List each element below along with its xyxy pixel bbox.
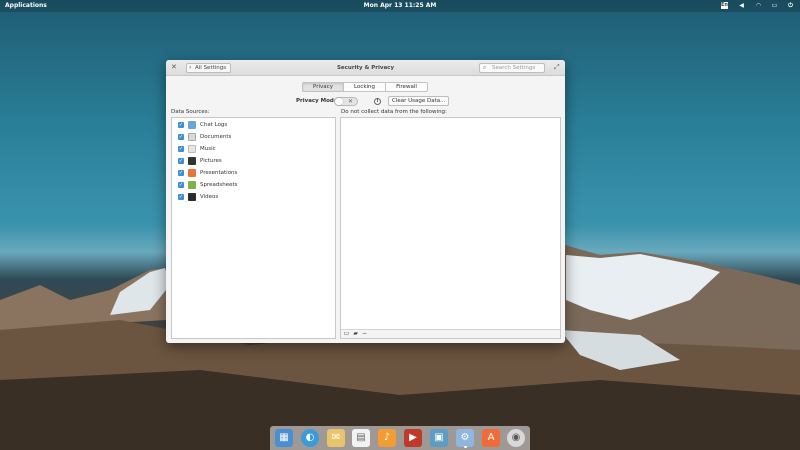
calendar-icon[interactable]: ▤ [352, 429, 370, 447]
power-icon[interactable]: ⏻ [787, 2, 794, 9]
search-input[interactable]: ⌕ Search Settings [479, 63, 545, 73]
video-icon [188, 193, 196, 201]
picture-icon [188, 157, 196, 165]
top-panel: Applications Mon Apr 13 11:25 AM En ◀ ◠ … [0, 0, 800, 12]
photos-app-icon[interactable]: ▣ [430, 429, 448, 447]
exclusions-list: ▭ ▰ − [340, 117, 561, 339]
remove-icon[interactable]: − [361, 331, 368, 337]
clear-usage-data-button[interactable]: Clear Usage Data... [388, 96, 450, 106]
appcenter-icon[interactable]: A [482, 429, 500, 447]
checkbox-checked[interactable]: ✓ [178, 194, 184, 200]
checkbox-checked[interactable]: ✓ [178, 170, 184, 176]
running-indicator [464, 446, 467, 448]
data-source-label: Documents [200, 134, 232, 140]
switch-off-icon: ✕ [347, 98, 353, 105]
checkbox-checked[interactable]: ✓ [178, 122, 184, 128]
checkbox-checked[interactable]: ✓ [178, 158, 184, 164]
add-folder-icon[interactable]: ▰ [352, 331, 359, 337]
title-bar: ✕ ‹ All Settings Security & Privacy ⌕ Se… [166, 60, 565, 76]
tab-privacy[interactable]: Privacy [302, 82, 344, 92]
tab-bar: Privacy Locking Firewall [302, 82, 428, 92]
mail-icon[interactable]: ✉ [327, 429, 345, 447]
maximize-icon[interactable]: ⤢ [554, 64, 560, 71]
web-browser-icon[interactable]: ◐ [301, 429, 319, 447]
list-item[interactable]: ✓ Videos [175, 192, 333, 202]
data-sources-list: ✓ Chat Logs ✓ Documents ✓ Music ✓ Pictur… [171, 117, 336, 339]
battery-icon[interactable]: ▭ [771, 2, 778, 9]
keyboard-layout-icon[interactable]: En [721, 2, 728, 9]
volume-icon[interactable]: ◀ [738, 2, 745, 9]
list-item[interactable]: ✓ Pictures [175, 156, 333, 166]
tab-locking[interactable]: Locking [344, 82, 386, 92]
privacy-mode-switch[interactable]: ✕ [334, 97, 358, 106]
exclusions-label: Do not collect data from the following: [341, 109, 447, 115]
chat-icon [188, 121, 196, 129]
spreadsheet-icon [188, 181, 196, 189]
data-source-label: Chat Logs [200, 122, 228, 128]
data-source-label: Presentations [200, 170, 238, 176]
data-source-label: Music [200, 146, 216, 152]
music-app-icon[interactable]: ♪ [378, 429, 396, 447]
settings-window: ✕ ‹ All Settings Security & Privacy ⌕ Se… [166, 60, 565, 343]
date-time-indicator[interactable]: Mon Apr 13 11:25 AM [0, 2, 800, 9]
list-item[interactable]: ✓ Spreadsheets [175, 180, 333, 190]
list-item[interactable]: ✓ Music [175, 144, 333, 154]
data-source-label: Pictures [200, 158, 222, 164]
checkbox-checked[interactable]: ✓ [178, 134, 184, 140]
search-placeholder: Search Settings [492, 65, 536, 71]
document-icon [188, 133, 196, 141]
data-source-label: Videos [200, 194, 219, 200]
tab-firewall[interactable]: Firewall [386, 82, 428, 92]
checkbox-checked[interactable]: ✓ [178, 182, 184, 188]
list-item[interactable]: ✓ Chat Logs [175, 120, 333, 130]
add-application-icon[interactable]: ▭ [343, 331, 350, 337]
switch-knob [335, 98, 343, 105]
list-item[interactable]: ✓ Documents [175, 132, 333, 142]
videos-app-icon[interactable]: ▶ [404, 429, 422, 447]
installer-icon[interactable]: ◉ [507, 429, 525, 447]
multitasking-view-icon[interactable]: ▦ [275, 429, 293, 447]
data-source-label: Spreadsheets [200, 182, 238, 188]
info-icon[interactable]: i [374, 98, 381, 105]
system-settings-icon[interactable]: ⚙ [456, 429, 474, 447]
network-icon[interactable]: ◠ [755, 2, 762, 9]
presentation-icon [188, 169, 196, 177]
data-sources-label: Data Sources: [171, 109, 210, 115]
search-icon: ⌕ [483, 64, 487, 71]
exclusions-toolbar: ▭ ▰ − [341, 329, 560, 338]
music-icon [188, 145, 196, 153]
checkbox-checked[interactable]: ✓ [178, 146, 184, 152]
list-item[interactable]: ✓ Presentations [175, 168, 333, 178]
dock: ▦ ◐ ✉ ▤ ♪ ▶ ▣ ⚙ A ◉ [270, 426, 530, 450]
